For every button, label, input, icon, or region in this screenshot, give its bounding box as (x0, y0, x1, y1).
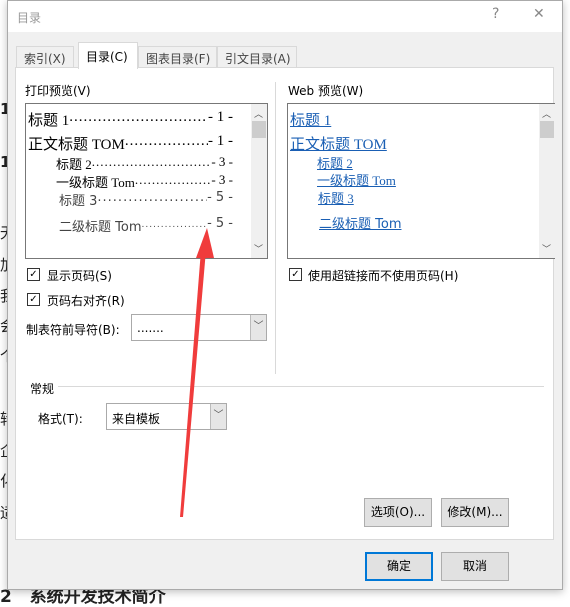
annotation-arrow-shaft (180, 250, 206, 517)
annotation-arrow (180, 228, 214, 517)
tab-toc[interactable]: 目录(C) (78, 42, 138, 69)
annotation-arrow-head (196, 228, 214, 258)
